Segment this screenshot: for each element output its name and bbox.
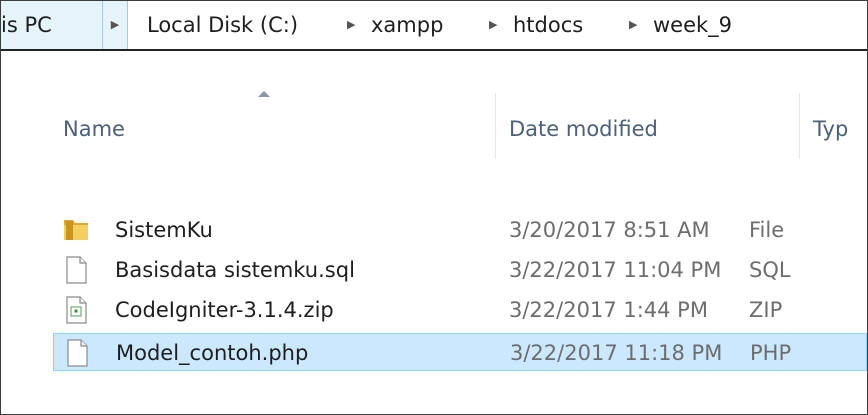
document-icon [66,256,87,284]
column-divider[interactable] [799,93,800,159]
breadcrumb-separator-icon[interactable]: ▶ [629,1,637,49]
folder-icon [64,220,88,240]
column-divider[interactable] [495,93,496,159]
explorer-window: is PC ▶ Local Disk (C:) ▶ xampp ▶ htdocs… [0,0,868,415]
file-row-basisdata-sistemku-sql[interactable]: Basisdata sistemku.sql 3/22/2017 11:04 P… [53,251,867,289]
file-type: PHP [750,341,792,365]
file-row-model-contoh-php[interactable]: Model_contoh.php 3/22/2017 11:18 PM PHP [53,333,867,371]
breadcrumb-htdocs[interactable]: htdocs [513,1,583,49]
file-type: File [749,218,785,242]
column-header-date-modified[interactable]: Date modified [509,114,658,144]
file-date-modified: 3/20/2017 8:51 AM [509,218,710,242]
file-name: Basisdata sistemku.sql [115,258,355,282]
breadcrumb-local-disk[interactable]: Local Disk (C:) [147,1,298,49]
breadcrumb-separator-icon[interactable]: ▶ [347,1,355,49]
file-name: Model_contoh.php [116,341,309,365]
file-date-modified: 3/22/2017 11:18 PM [510,341,723,365]
column-header-name[interactable]: Name [63,114,125,144]
breadcrumb-chevron-icon[interactable]: ▶ [102,1,128,49]
breadcrumb-xampp[interactable]: xampp [371,1,443,49]
file-date-modified: 3/22/2017 11:04 PM [509,258,722,282]
zip-file-icon [66,296,87,324]
file-name: CodeIgniter-3.1.4.zip [115,298,334,322]
file-type: ZIP [749,298,783,322]
file-name: SistemKu [115,218,213,242]
file-row-sistemku[interactable]: SistemKu 3/20/2017 8:51 AM File [53,211,867,249]
sort-ascending-icon [258,91,270,97]
document-icon [67,339,88,367]
breadcrumb-week-9[interactable]: week_9 [653,1,732,49]
address-bar[interactable]: is PC ▶ Local Disk (C:) ▶ xampp ▶ htdocs… [1,1,867,51]
column-header-type[interactable]: Typ [813,114,848,144]
file-date-modified: 3/22/2017 1:44 PM [509,298,708,322]
file-row-codeigniter-zip[interactable]: CodeIgniter-3.1.4.zip 3/22/2017 1:44 PM … [53,291,867,329]
breadcrumb-separator-icon[interactable]: ▶ [489,1,497,49]
file-type: SQL [749,258,791,282]
breadcrumb-this-pc[interactable]: is PC [1,1,103,49]
